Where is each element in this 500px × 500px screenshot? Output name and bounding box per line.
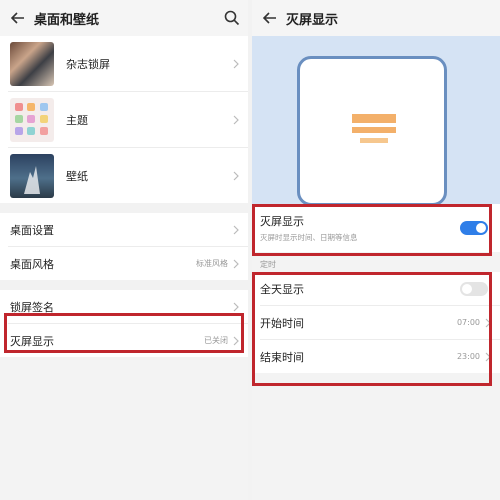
always-on-display-screen: 灭屏显示 灭屏显示 灭屏时显示时间、日期等信息 定时 全天显示 开始时间 07:… xyxy=(252,0,500,500)
magazine-lock-thumbnail xyxy=(10,41,54,86)
list-item-label: 杂志锁屏 xyxy=(66,57,110,71)
highlight-box-schedule xyxy=(252,272,492,386)
desktop-wallpaper-screen: 桌面和壁纸 杂志锁屏 主题 壁纸 桌面设置 桌面风格 标准风格 锁屏签名 灭屏显… xyxy=(0,0,248,500)
page-title: 灭屏显示 xyxy=(286,12,339,28)
highlight-box-aod-entry xyxy=(4,313,244,353)
list-item-label: 桌面风格 xyxy=(10,257,54,271)
wallpaper-thumbnail xyxy=(10,153,54,198)
clock-bar-illustration xyxy=(352,114,396,123)
header: 桌面和壁纸 xyxy=(0,0,248,36)
back-arrow-icon xyxy=(11,12,24,24)
theme-thumbnail xyxy=(10,97,54,142)
chevron-right-icon xyxy=(233,115,239,124)
section-gap xyxy=(0,203,248,213)
header: 灭屏显示 xyxy=(252,0,500,36)
list-item-desktop-settings[interactable]: 桌面设置 xyxy=(0,213,248,246)
list-item-label: 主题 xyxy=(66,113,88,127)
date-bar-illustration xyxy=(352,127,396,133)
list-item-theme[interactable]: 主题 xyxy=(0,92,248,147)
desktop-group: 桌面设置 桌面风格 标准风格 xyxy=(0,213,248,280)
section-gap xyxy=(0,280,248,290)
list-item-desktop-style[interactable]: 桌面风格 标准风格 xyxy=(0,247,248,280)
back-arrow-icon xyxy=(263,12,276,24)
phone-preview-illustration xyxy=(297,56,447,206)
chevron-right-icon xyxy=(233,259,239,268)
list-item-label: 桌面设置 xyxy=(10,223,54,237)
highlight-box-aod-toggle xyxy=(252,204,492,256)
chevron-right-icon xyxy=(233,302,239,311)
info-bar-illustration xyxy=(360,138,388,143)
list-item-value: 标准风格 xyxy=(196,259,228,268)
chevron-right-icon xyxy=(233,225,239,234)
aod-preview xyxy=(252,36,500,206)
chevron-right-icon xyxy=(233,59,239,68)
chevron-right-icon xyxy=(233,171,239,180)
list-item-label: 壁纸 xyxy=(66,169,88,183)
thumb-group: 杂志锁屏 主题 壁纸 xyxy=(0,36,248,203)
back-button[interactable] xyxy=(4,0,32,36)
list-item-magazine-lock[interactable]: 杂志锁屏 xyxy=(0,36,248,91)
back-button[interactable] xyxy=(256,0,284,36)
search-icon[interactable] xyxy=(224,10,240,26)
list-item-wallpaper[interactable]: 壁纸 xyxy=(0,148,248,203)
page-title: 桌面和壁纸 xyxy=(34,12,100,28)
